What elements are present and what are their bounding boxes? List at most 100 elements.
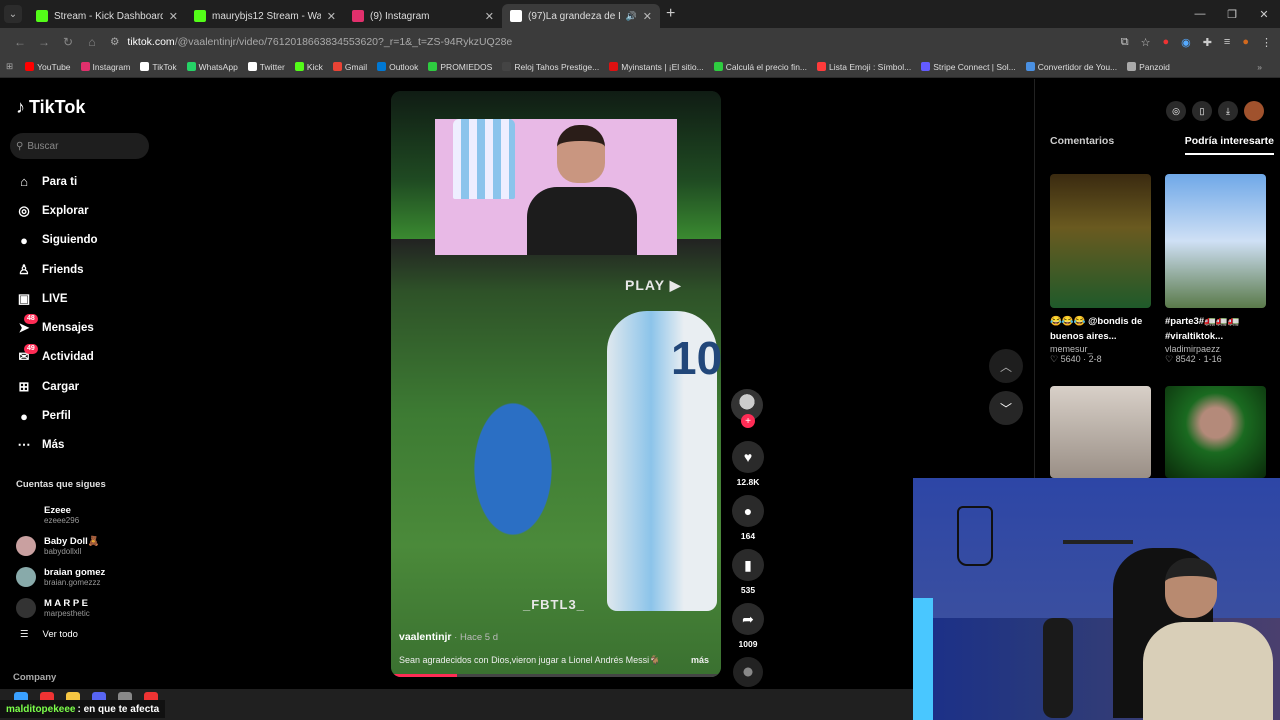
browser-tab[interactable]: (9) Instagram ✕ xyxy=(344,4,502,28)
user-avatar[interactable] xyxy=(1244,101,1264,121)
share-action[interactable]: ➦ 1009 xyxy=(731,603,765,649)
tiktok-logo[interactable]: ♪ TikTok xyxy=(16,97,85,118)
search-input[interactable]: ⚲ Buscar xyxy=(10,133,149,159)
audio-playing-icon[interactable]: 🔊 xyxy=(626,11,637,22)
tab-close-icon[interactable]: ✕ xyxy=(485,10,494,23)
company-link[interactable]: Company xyxy=(13,672,56,683)
tab-search-chevron-icon[interactable]: ⌄ xyxy=(4,5,22,23)
url-field[interactable]: ⚙ tiktok.com/@vaalentinjr/video/76120186… xyxy=(110,31,1050,53)
minimize-icon[interactable]: — xyxy=(1184,0,1216,28)
next-video-icon[interactable]: ﹀ xyxy=(989,391,1023,425)
video-thumbnail[interactable] xyxy=(1050,174,1151,308)
bookmark-item[interactable]: TikTok xyxy=(140,62,177,72)
menu-item-perfil[interactable]: ● Perfil xyxy=(16,401,156,430)
bookmark-item[interactable]: Instagram xyxy=(80,62,130,72)
tab-close-icon[interactable]: ✕ xyxy=(169,10,178,23)
menu-item-cargar[interactable]: ⊞ Cargar xyxy=(16,372,156,401)
share-icon[interactable]: ➦ xyxy=(732,603,764,635)
bookmark-item[interactable]: Kick xyxy=(294,62,323,72)
like-action[interactable]: ♥ 12.8K xyxy=(731,441,765,487)
forward-icon[interactable]: → xyxy=(32,35,56,49)
browser-menu-icon[interactable]: ⋮ xyxy=(1261,36,1272,49)
menu-item-explorar[interactable]: ◎ Explorar xyxy=(16,196,156,225)
suggestion-author[interactable]: memesur_ xyxy=(1050,344,1151,354)
follow-plus-icon[interactable]: + xyxy=(741,414,755,428)
menu-item-actividad[interactable]: ✉ 49 Actividad xyxy=(16,343,156,372)
device-icon[interactable]: ▯ xyxy=(1192,101,1212,121)
install-app-icon[interactable]: ⧉ xyxy=(1121,36,1129,49)
bookmark-star-icon[interactable]: ☆ xyxy=(1141,36,1151,49)
profile-avatar-icon[interactable]: ● xyxy=(1242,36,1249,48)
creator-avatar[interactable]: + xyxy=(731,389,763,428)
menu-item-para-ti[interactable]: ⌂ Para ti xyxy=(16,167,156,196)
bookmark-icon[interactable]: ▮ xyxy=(732,549,764,581)
suggested-video[interactable] xyxy=(1165,386,1266,478)
browser-tab[interactable]: Stream - Kick Dashboard ✕ xyxy=(28,4,186,28)
bookmark-item[interactable]: Panzoid xyxy=(1127,62,1170,72)
caption-more-button[interactable]: más xyxy=(691,655,709,666)
following-account[interactable]: braian gomez braian.gomezzz xyxy=(16,561,156,592)
compass-icon[interactable]: ◎ xyxy=(1166,101,1186,121)
media-controls-icon[interactable]: ≡ xyxy=(1224,36,1230,48)
bookmark-item[interactable]: Reloj Tahos Prestige... xyxy=(502,62,599,72)
extensions-icon[interactable]: ✚ xyxy=(1203,36,1212,49)
download-icon[interactable]: ⤓ xyxy=(1218,101,1238,121)
bookmark-item[interactable]: Twitter xyxy=(247,62,285,72)
bookmark-item[interactable]: WhatsApp xyxy=(186,62,238,72)
menu-item-más[interactable]: ⋯ Más xyxy=(16,431,156,460)
menu-item-label: Mensajes xyxy=(42,322,94,335)
bookmark-item[interactable]: Myinstants | ¡El sitio... xyxy=(609,62,704,72)
bookmark-item[interactable]: Gmail xyxy=(332,62,367,72)
tab-title: Stream - Kick Dashboard xyxy=(54,10,163,22)
bookmark-item[interactable]: Calculá el precio fin... xyxy=(713,62,807,72)
video-thumbnail[interactable] xyxy=(1165,386,1266,478)
bookmark-item[interactable]: Stripe Connect | Sol... xyxy=(921,62,1016,72)
back-icon[interactable]: ← xyxy=(8,35,32,49)
site-info-icon[interactable]: ⚙ xyxy=(110,36,119,48)
extension-red-icon[interactable]: ● xyxy=(1162,36,1169,48)
comment-icon[interactable]: ● xyxy=(732,495,764,527)
new-tab-button[interactable]: + xyxy=(666,5,675,23)
home-icon[interactable]: ⌂ xyxy=(80,35,104,49)
tab-close-icon[interactable]: ✕ xyxy=(327,10,336,23)
bookmark-item[interactable]: Convertidor de You... xyxy=(1025,62,1117,72)
comment-action[interactable]: ● 164 xyxy=(731,495,765,541)
suggested-video[interactable]: #parte3#🚛🚛🚛 #viraltiktok... vladimirpaez… xyxy=(1165,174,1266,365)
more-bookmarks-icon[interactable]: » xyxy=(1257,62,1262,72)
menu-item-mensajes[interactable]: ➤ 48 Mensajes xyxy=(16,313,156,342)
video-thumbnail[interactable] xyxy=(1165,174,1266,308)
extension-audio-icon[interactable]: ◉ xyxy=(1181,36,1191,49)
suggested-video[interactable] xyxy=(1050,386,1151,478)
see-all-link[interactable]: ☰ Ver todo xyxy=(20,629,78,640)
close-window-icon[interactable]: ✕ xyxy=(1248,0,1280,28)
previous-video-icon[interactable]: ︿ xyxy=(989,349,1023,383)
bookmark-item[interactable]: PROMIEDOS xyxy=(428,62,492,72)
following-account[interactable]: Baby Doll🧸 babydollxll xyxy=(16,530,156,561)
video-thumbnail[interactable] xyxy=(1050,386,1151,478)
following-account[interactable]: M A R P E marpesthetic xyxy=(16,592,156,623)
menu-item-friends[interactable]: ♙ Friends xyxy=(16,255,156,284)
tab-suggestions[interactable]: Podría interesarte xyxy=(1184,135,1274,155)
maximize-icon[interactable]: ❐ xyxy=(1216,0,1248,28)
suggestion-author[interactable]: vladimirpaezz xyxy=(1165,344,1266,354)
video-progress-bar[interactable] xyxy=(391,674,721,677)
bookmark-item[interactable]: YouTube xyxy=(25,62,71,72)
video-player[interactable]: PLAY ▶ 10 _FBTL3_ vaalentinjr · Hace 5 d… xyxy=(391,91,721,677)
browser-tab[interactable]: (97)La grandeza de Lionel Messi 🔊 ✕ xyxy=(502,4,660,28)
menu-item-siguiendo[interactable]: ● Siguiendo xyxy=(16,226,156,255)
following-account[interactable]: Ezeee ezeee296 xyxy=(16,499,156,530)
suggested-video[interactable]: 😂😂😂 @bondis de buenos aires... memesur_ … xyxy=(1050,174,1151,365)
author-name[interactable]: vaalentinjr xyxy=(399,631,452,643)
tab-close-icon[interactable]: ✕ xyxy=(643,10,652,23)
tab-comments[interactable]: Comentarios xyxy=(1050,135,1114,155)
video-author[interactable]: vaalentinjr · Hace 5 d xyxy=(399,631,498,643)
heart-icon[interactable]: ♥ xyxy=(732,441,764,473)
browser-tab[interactable]: maurybjs12 Stream - Watch Live ✕ xyxy=(186,4,344,28)
save-action[interactable]: ▮ 535 xyxy=(731,549,765,595)
music-disc-icon[interactable] xyxy=(733,657,763,687)
apps-grid-icon[interactable]: ⊞ xyxy=(6,61,13,72)
menu-item-live[interactable]: ▣ LIVE xyxy=(16,284,156,313)
bookmark-item[interactable]: Lista Emoji : Símbol... xyxy=(817,62,911,72)
bookmark-item[interactable]: Outlook xyxy=(377,62,418,72)
reload-icon[interactable]: ↻ xyxy=(56,35,80,49)
